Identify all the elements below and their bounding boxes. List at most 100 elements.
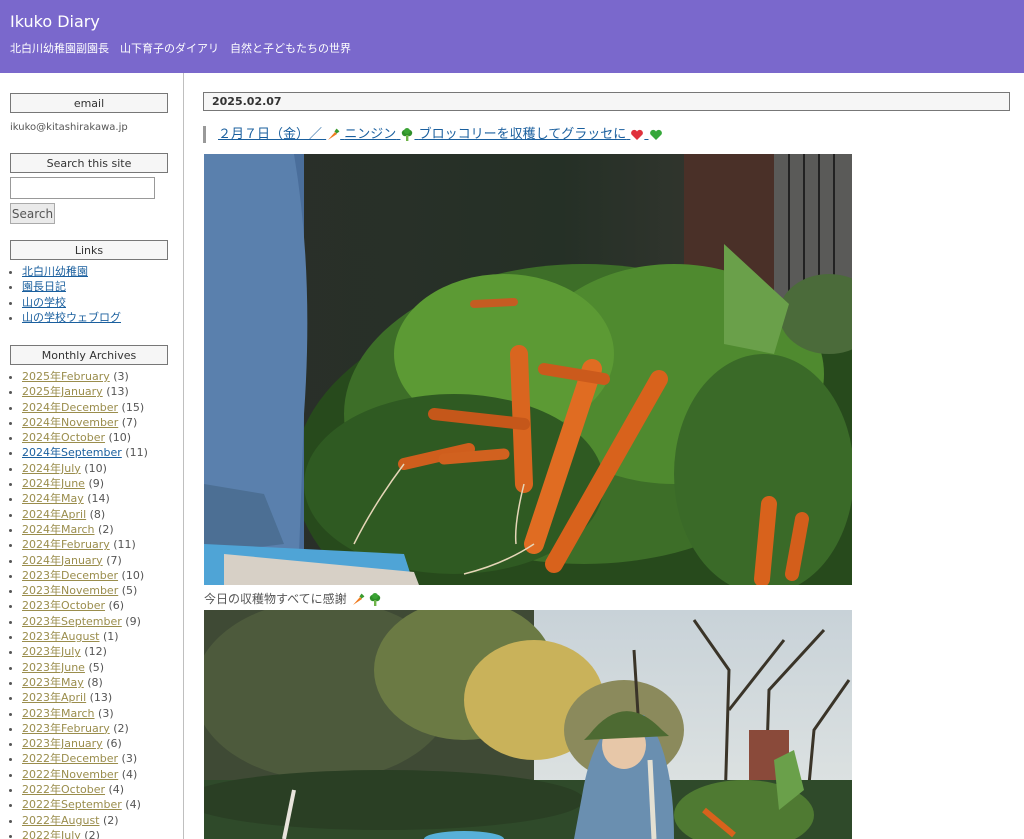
- archive-item: 2023年November (5): [22, 583, 148, 598]
- archive-link[interactable]: 2024年July: [22, 462, 81, 475]
- list-item: 山の学校: [22, 295, 121, 310]
- archive-count: (3): [98, 706, 114, 720]
- archive-item: 2023年July (12): [22, 644, 148, 659]
- archive-link[interactable]: 2024年September: [22, 446, 122, 459]
- site-description: 北白川幼稚園副園長 山下育子のダイアリ 自然と子どもたちの世界: [10, 42, 351, 55]
- archive-count: (4): [108, 783, 125, 797]
- archive-item: 2024年June (9): [22, 476, 148, 491]
- sidebar: email ikuko@kitashirakawa.jp Search this…: [0, 73, 184, 839]
- archive-link[interactable]: 2022年July: [22, 829, 81, 839]
- heart-icon: [631, 129, 644, 140]
- archive-item: 2024年January (7): [22, 553, 148, 568]
- archive-count: (10): [121, 568, 145, 582]
- list-item: 北白川幼稚園: [22, 264, 121, 279]
- archive-item: 2023年August (1): [22, 629, 148, 644]
- archive-item: 2022年October (4): [22, 782, 148, 797]
- entry-title-link[interactable]: ２月７日（金）／ ニンジン ブロッコリーを収穫してグラッセに: [218, 127, 663, 142]
- archive-link[interactable]: 2024年May: [22, 492, 84, 505]
- entry-title-part1: ２月７日（金）／: [218, 127, 323, 142]
- archive-item: 2023年October (6): [22, 598, 148, 613]
- archive-link[interactable]: 2023年January: [22, 737, 103, 750]
- archive-item: 2023年May (8): [22, 675, 148, 690]
- archive-item: 2024年December (15): [22, 400, 148, 415]
- archive-item: 2024年May (14): [22, 491, 148, 506]
- archive-item: 2024年March (2): [22, 522, 148, 537]
- archive-count: (4): [121, 767, 138, 781]
- list-item: 山の学校ウェブログ: [22, 310, 121, 325]
- site-title[interactable]: Ikuko Diary: [10, 12, 100, 31]
- archive-count: (2): [103, 813, 119, 827]
- archive-count: (14): [87, 492, 110, 506]
- garden-photo[interactable]: [204, 610, 852, 839]
- archive-item: 2023年September (9): [22, 614, 148, 629]
- archive-link[interactable]: 2024年October: [22, 431, 105, 444]
- archive-link[interactable]: 2024年June: [22, 477, 85, 490]
- caption-text: 今日の収穫物すべてに感謝: [204, 592, 347, 606]
- archive-item: 2025年February (3): [22, 369, 148, 384]
- archive-count: (7): [121, 415, 138, 429]
- link-mountain-school-weblog[interactable]: 山の学校ウェブログ: [22, 311, 121, 324]
- archive-count: (5): [121, 584, 138, 598]
- archive-link[interactable]: 2025年January: [22, 385, 103, 398]
- archive-item: 2024年February (11): [22, 537, 148, 552]
- archive-item: 2025年January (13): [22, 384, 148, 399]
- carrot-harvest-photo[interactable]: [204, 154, 852, 585]
- archive-count: (10): [84, 461, 107, 475]
- link-kindergarten[interactable]: 北白川幼稚園: [22, 265, 88, 278]
- archive-link[interactable]: 2022年September: [22, 798, 122, 811]
- archive-count: (3): [113, 370, 129, 383]
- archive-link[interactable]: 2023年August: [22, 630, 100, 643]
- archive-link[interactable]: 2023年December: [22, 569, 118, 582]
- archive-link[interactable]: 2023年September: [22, 615, 122, 628]
- archive-link[interactable]: 2022年December: [22, 752, 118, 765]
- carrot-icon: [352, 593, 364, 605]
- archives-heading: Monthly Archives: [10, 345, 168, 365]
- archive-count: (13): [106, 385, 129, 399]
- links-list: 北白川幼稚園 園長日記 山の学校 山の学校ウェブログ: [8, 264, 121, 325]
- archive-item: 2024年October (10): [22, 430, 148, 445]
- archive-count: (6): [106, 737, 122, 751]
- archive-count: (3): [121, 752, 138, 766]
- archive-item: 2023年June (5): [22, 660, 148, 675]
- entry-title: ２月７日（金）／ ニンジン ブロッコリーを収穫してグラッセに: [203, 126, 663, 143]
- archive-link[interactable]: 2023年March: [22, 707, 95, 720]
- archive-link[interactable]: 2023年July: [22, 645, 81, 658]
- search-button[interactable]: Search: [10, 203, 55, 224]
- archive-link[interactable]: 2024年December: [22, 401, 118, 414]
- archive-item: 2023年January (6): [22, 736, 148, 751]
- links-heading: Links: [10, 240, 168, 260]
- archives-list: 2025年February (3)2025年January (13)2024年D…: [8, 369, 148, 839]
- entry-title-part3: ブロッコリーを収穫してグラッセに: [418, 127, 627, 142]
- archive-link[interactable]: 2024年November: [22, 416, 118, 429]
- archive-count: (4): [125, 798, 141, 812]
- archive-count: (11): [125, 446, 148, 460]
- archive-link[interactable]: 2023年October: [22, 599, 105, 612]
- archive-link[interactable]: 2024年April: [22, 508, 86, 521]
- archive-item: 2024年November (7): [22, 415, 148, 430]
- archive-link[interactable]: 2024年March: [22, 523, 95, 536]
- archive-item: 2023年March (3): [22, 706, 148, 721]
- search-input[interactable]: [10, 177, 155, 199]
- archive-item: 2023年April (13): [22, 690, 148, 705]
- archive-link[interactable]: 2022年October: [22, 783, 105, 796]
- archive-link[interactable]: 2023年April: [22, 691, 86, 704]
- site-banner: Ikuko Diary 北白川幼稚園副園長 山下育子のダイアリ 自然と子どもたち…: [0, 0, 1024, 73]
- archive-link[interactable]: 2023年February: [22, 722, 110, 735]
- link-principal-diary[interactable]: 園長日記: [22, 280, 66, 293]
- archive-link[interactable]: 2023年November: [22, 584, 118, 597]
- link-mountain-school[interactable]: 山の学校: [22, 296, 66, 309]
- archive-count: (2): [113, 721, 129, 735]
- archive-link[interactable]: 2023年June: [22, 661, 85, 674]
- archive-count: (7): [106, 553, 122, 567]
- archive-count: (2): [98, 522, 114, 536]
- archive-count: (9): [125, 614, 141, 628]
- main-content: 2025.02.07 ２月７日（金）／ ニンジン ブロッコリーを収穫してグラッセ…: [185, 73, 1024, 839]
- archive-link[interactable]: 2022年November: [22, 768, 118, 781]
- archive-link[interactable]: 2022年August: [22, 814, 100, 827]
- archive-item: 2022年August (2): [22, 813, 148, 828]
- archive-link[interactable]: 2023年May: [22, 676, 84, 689]
- archive-link[interactable]: 2025年February: [22, 370, 110, 383]
- archive-link[interactable]: 2024年February: [22, 538, 110, 551]
- archive-count: (15): [121, 400, 145, 414]
- archive-link[interactable]: 2024年January: [22, 554, 103, 567]
